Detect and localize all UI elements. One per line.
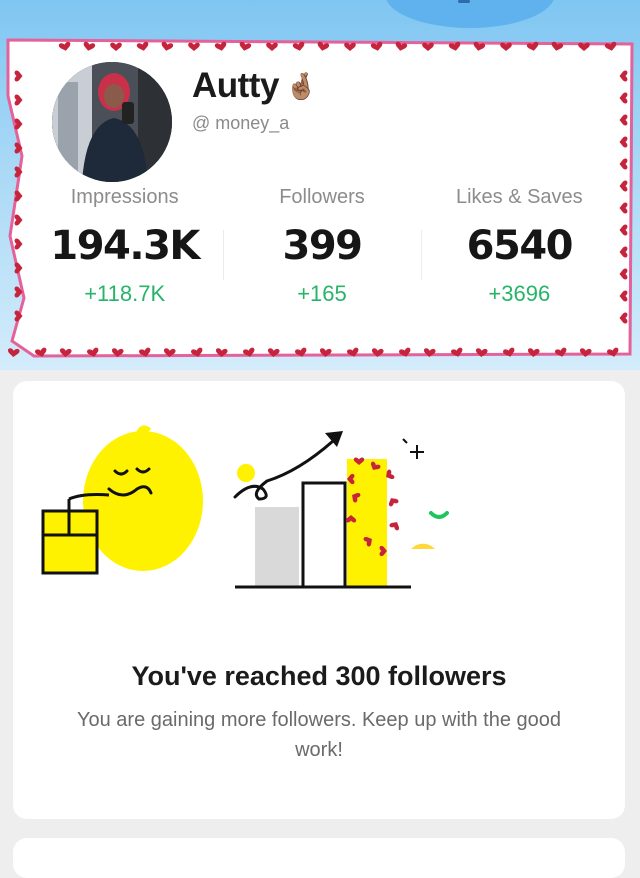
profile-photo: [52, 62, 172, 182]
milestone-card: You've reached 300 followers You are gai…: [13, 381, 625, 819]
stat-delta: +118.7K: [84, 281, 166, 306]
stat-followers[interactable]: Followers 399 +165: [223, 184, 420, 324]
stats-row: Impressions 194.3K +118.7K Followers 399…: [26, 184, 618, 324]
heart-icon: [388, 498, 399, 507]
cloud-mark: [458, 0, 470, 3]
stat-impressions[interactable]: Impressions 194.3K +118.7K: [26, 184, 223, 324]
grey-bar: [255, 507, 299, 587]
next-card: [13, 838, 625, 878]
outline-bar: [301, 481, 347, 589]
stat-delta: +3696: [488, 281, 551, 306]
crossed-fingers-icon: 🤞🏽: [284, 70, 318, 101]
heart-icon: [389, 522, 400, 531]
milestone-body: You are gaining more followers. Keep up …: [76, 709, 562, 761]
half-circle-shape: [411, 543, 435, 549]
heart-icon: [7, 348, 20, 357]
stat-delta: +165: [297, 281, 347, 306]
avatar[interactable]: [52, 62, 172, 182]
lemonade-growth-chart-illustration: [41, 425, 449, 589]
milestone-title: You've reached 300 followers: [131, 661, 507, 691]
lemon-shape: [83, 431, 203, 571]
sun-dot: [237, 464, 255, 482]
stat-value: 399: [282, 223, 363, 269]
stat-likes-saves[interactable]: Likes & Saves 6540 +3696: [420, 184, 618, 324]
profile-handle: @ money_a: [192, 113, 290, 133]
display-name: Autty: [192, 66, 279, 105]
profile-card: Autty 🤞🏽 @ money_a Impressions 194.3K +1…: [4, 36, 636, 362]
stat-label: Impressions: [70, 186, 179, 208]
name-row: Autty 🤞🏽: [192, 64, 317, 108]
stat-value: 6540: [466, 223, 574, 269]
stat-label: Likes & Saves: [455, 186, 583, 208]
stat-value: 194.3K: [50, 223, 200, 269]
stat-label: Followers: [279, 186, 365, 208]
